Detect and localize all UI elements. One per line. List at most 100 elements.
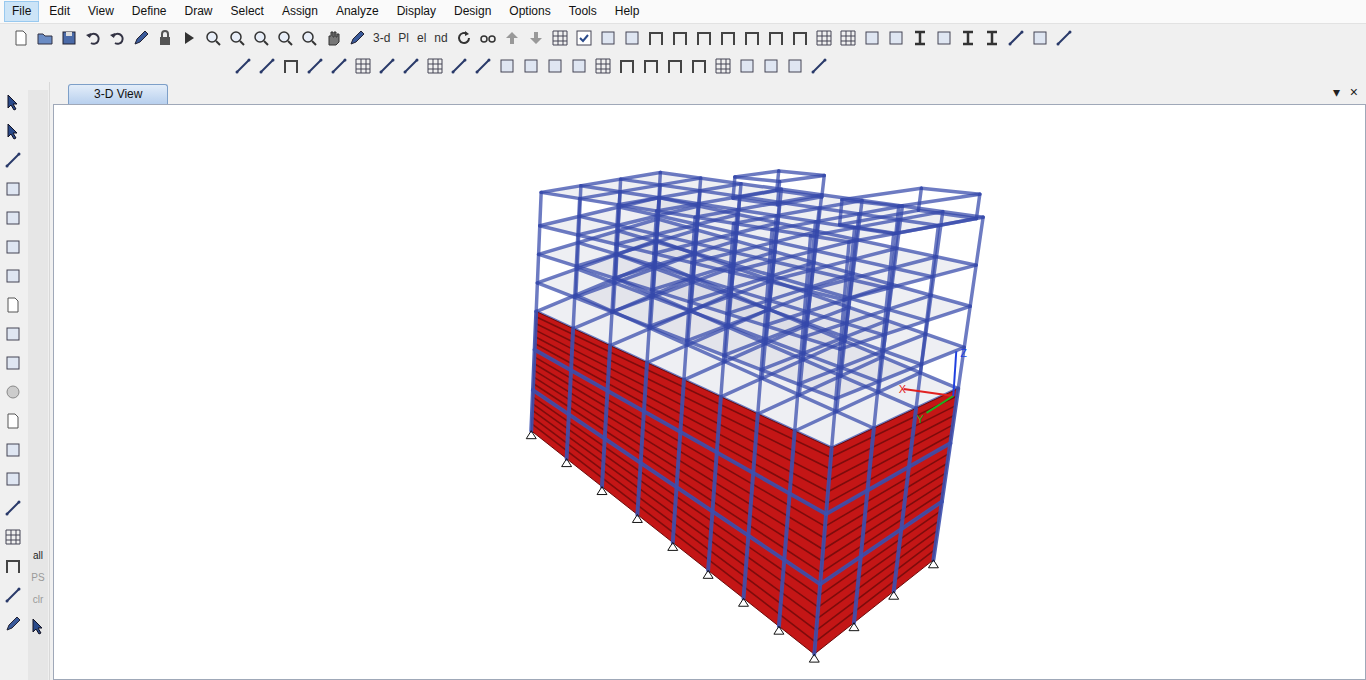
toolbar-button[interactable] bbox=[27, 614, 49, 638]
toolbar-button[interactable] bbox=[784, 55, 806, 77]
toolbar-button[interactable] bbox=[178, 27, 200, 49]
toolbar-button[interactable] bbox=[568, 55, 590, 77]
toolbar-button[interactable] bbox=[909, 27, 931, 49]
window-control[interactable]: ▾ bbox=[1333, 84, 1340, 100]
toolbar-button[interactable] bbox=[957, 27, 979, 49]
toolbar-button[interactable] bbox=[736, 55, 758, 77]
toolbar-button[interactable] bbox=[232, 55, 254, 77]
toolbar-button[interactable] bbox=[2, 380, 24, 404]
toolbar-button[interactable] bbox=[2, 293, 24, 317]
toolbar-button[interactable] bbox=[250, 27, 272, 49]
toolbar-button[interactable] bbox=[573, 27, 595, 49]
menu-item[interactable]: Define bbox=[124, 1, 175, 22]
toolbar-button[interactable] bbox=[322, 27, 344, 49]
toolbar-button[interactable] bbox=[2, 235, 24, 259]
model-canvas[interactable]: XYZ bbox=[53, 104, 1366, 680]
menu-item[interactable]: Design bbox=[446, 1, 499, 22]
toolbar-button[interactable] bbox=[2, 119, 24, 143]
toolbar-button[interactable] bbox=[520, 55, 542, 77]
toolbar-button[interactable] bbox=[597, 27, 619, 49]
toolbar-button[interactable] bbox=[424, 55, 446, 77]
toolbar-text-button[interactable]: el bbox=[414, 29, 429, 47]
toolbar-button[interactable] bbox=[885, 27, 907, 49]
toolbar-button[interactable] bbox=[2, 264, 24, 288]
toolbar-button[interactable] bbox=[376, 55, 398, 77]
menu-item[interactable]: Tools bbox=[561, 1, 605, 22]
toolbar-button[interactable] bbox=[2, 496, 24, 520]
toolbar-button[interactable] bbox=[1053, 27, 1075, 49]
toolbar-button[interactable] bbox=[664, 55, 686, 77]
toolbar-button[interactable] bbox=[549, 27, 571, 49]
toolbar-button[interactable] bbox=[453, 27, 475, 49]
toolbar-button[interactable] bbox=[1005, 27, 1027, 49]
toolbar-button[interactable] bbox=[669, 27, 691, 49]
toolbar-button[interactable] bbox=[10, 27, 32, 49]
toolbar-button[interactable] bbox=[202, 27, 224, 49]
toolbar-button[interactable] bbox=[400, 55, 422, 77]
toolbar-button[interactable] bbox=[837, 27, 859, 49]
window-control[interactable]: × bbox=[1350, 84, 1358, 100]
toolbar-button[interactable] bbox=[34, 27, 56, 49]
toolbar-button[interactable] bbox=[2, 438, 24, 462]
menu-item[interactable]: View bbox=[80, 1, 122, 22]
toolbar-button[interactable] bbox=[496, 55, 518, 77]
toolbar-button[interactable] bbox=[2, 322, 24, 346]
toolbar-button[interactable] bbox=[2, 612, 24, 636]
toolbar-button[interactable] bbox=[2, 206, 24, 230]
toolbar-button[interactable] bbox=[328, 55, 350, 77]
toolbar-button[interactable] bbox=[741, 27, 763, 49]
toolbar-button[interactable] bbox=[712, 55, 734, 77]
toolbar-button[interactable] bbox=[501, 27, 523, 49]
toolbar-button[interactable] bbox=[592, 55, 614, 77]
menu-item[interactable]: Help bbox=[607, 1, 648, 22]
menu-item[interactable]: Options bbox=[501, 1, 558, 22]
toolbar-button[interactable] bbox=[280, 55, 302, 77]
toolbar-button[interactable] bbox=[2, 467, 24, 491]
toolbar-text-button[interactable]: nd bbox=[431, 29, 450, 47]
select-button[interactable]: PS bbox=[31, 570, 44, 586]
menu-item[interactable]: Draw bbox=[177, 1, 221, 22]
toolbar-button[interactable] bbox=[688, 55, 710, 77]
toolbar-button[interactable] bbox=[2, 90, 24, 114]
toolbar-button[interactable] bbox=[346, 27, 368, 49]
view-tab[interactable]: 3-D View bbox=[68, 84, 168, 104]
toolbar-button[interactable] bbox=[448, 55, 470, 77]
toolbar-button[interactable] bbox=[298, 27, 320, 49]
toolbar-button[interactable] bbox=[2, 351, 24, 375]
toolbar-button[interactable] bbox=[472, 55, 494, 77]
toolbar-button[interactable] bbox=[1029, 27, 1051, 49]
toolbar-button[interactable] bbox=[154, 27, 176, 49]
toolbar-button[interactable] bbox=[130, 27, 152, 49]
toolbar-button[interactable] bbox=[717, 27, 739, 49]
toolbar-button[interactable] bbox=[640, 55, 662, 77]
toolbar-button[interactable] bbox=[2, 409, 24, 433]
toolbar-button[interactable] bbox=[760, 55, 782, 77]
toolbar-text-button[interactable]: 3-d bbox=[370, 29, 393, 47]
toolbar-button[interactable] bbox=[621, 27, 643, 49]
toolbar-button[interactable] bbox=[789, 27, 811, 49]
toolbar-button[interactable] bbox=[2, 583, 24, 607]
toolbar-button[interactable] bbox=[2, 148, 24, 172]
toolbar-button[interactable] bbox=[765, 27, 787, 49]
toolbar-button[interactable] bbox=[106, 27, 128, 49]
toolbar-button[interactable] bbox=[2, 554, 24, 578]
menu-item[interactable]: Analyze bbox=[328, 1, 387, 22]
select-button[interactable]: clr bbox=[33, 592, 44, 608]
toolbar-button[interactable] bbox=[274, 27, 296, 49]
toolbar-button[interactable] bbox=[58, 27, 80, 49]
toolbar-text-button[interactable]: Pl bbox=[395, 29, 412, 47]
toolbar-button[interactable] bbox=[808, 55, 830, 77]
toolbar-button[interactable] bbox=[2, 525, 24, 549]
toolbar-button[interactable] bbox=[256, 55, 278, 77]
toolbar-button[interactable] bbox=[352, 55, 374, 77]
toolbar-button[interactable] bbox=[525, 27, 547, 49]
toolbar-button[interactable] bbox=[861, 27, 883, 49]
toolbar-button[interactable] bbox=[82, 27, 104, 49]
select-button[interactable]: all bbox=[33, 548, 43, 564]
menu-item[interactable]: Display bbox=[389, 1, 444, 22]
toolbar-button[interactable] bbox=[693, 27, 715, 49]
menu-item[interactable]: Edit bbox=[41, 1, 78, 22]
toolbar-button[interactable] bbox=[2, 177, 24, 201]
menu-item[interactable]: Select bbox=[223, 1, 272, 22]
toolbar-button[interactable] bbox=[933, 27, 955, 49]
